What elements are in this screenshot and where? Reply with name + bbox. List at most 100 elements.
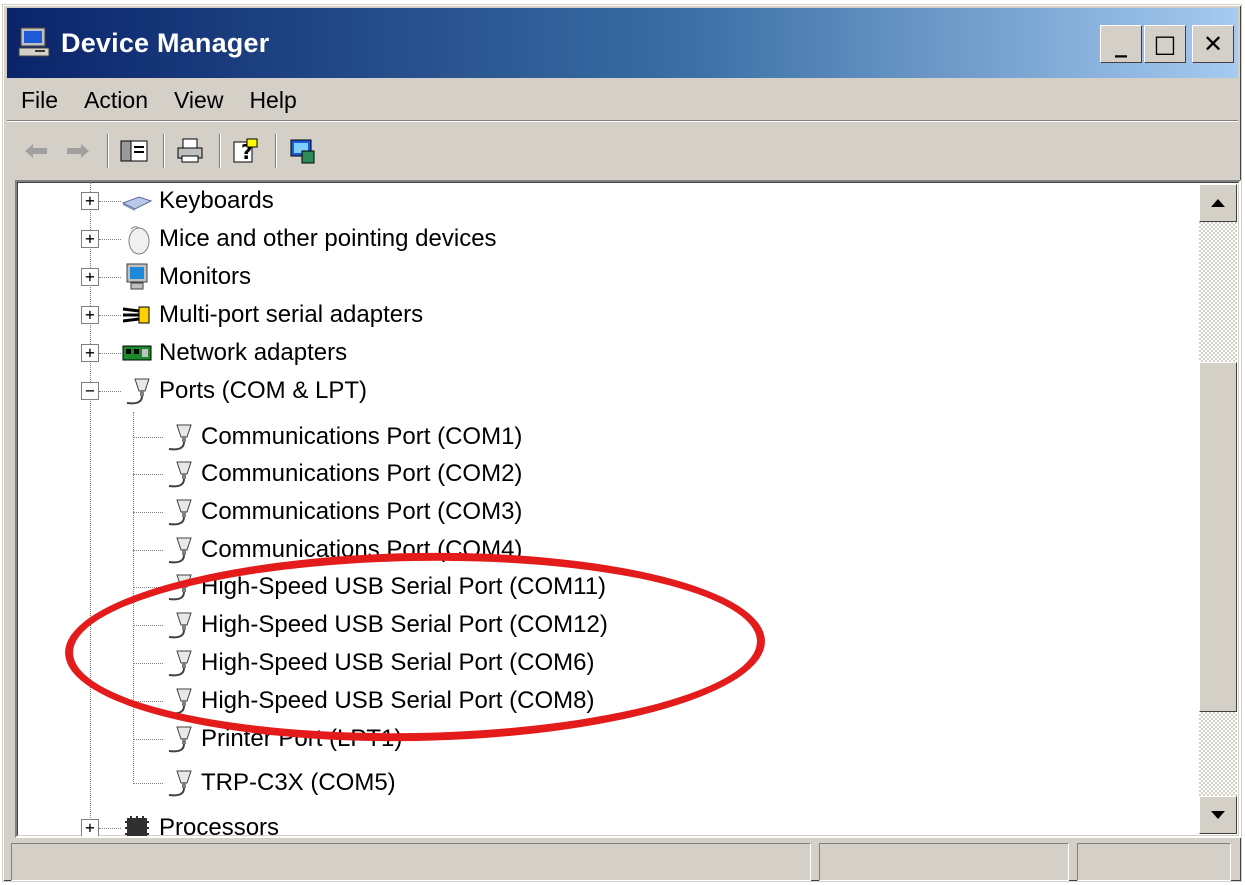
expand-network-button[interactable]: + — [81, 344, 99, 362]
window-title: Device Manager — [61, 27, 270, 58]
tree-connector — [99, 315, 121, 316]
port-icon — [168, 612, 192, 639]
tree-node-label: Ports (COM & LPT) — [159, 377, 368, 404]
scroll-up-button[interactable] — [1199, 184, 1237, 222]
tree-node-label: Communications Port (COM2) — [201, 460, 523, 487]
tree-node-label: Printer Port (LPT1) — [201, 725, 403, 752]
tree-node-label: Mice and other pointing devices — [159, 225, 497, 252]
tree-node-com4[interactable]: Communications Port (COM4) — [163, 531, 522, 569]
expand-monitors-button[interactable]: + — [81, 268, 99, 286]
toolbar-separator — [163, 134, 165, 168]
tree-connector — [133, 587, 163, 588]
tree-connector — [133, 512, 163, 513]
port-icon — [168, 726, 192, 753]
tree-node-com12[interactable]: High-Speed USB Serial Port (COM12) — [163, 606, 608, 644]
console-tree-icon — [120, 140, 148, 162]
tree-node-label: Multi-port serial adapters — [159, 301, 424, 328]
scroll-down-button[interactable] — [1199, 796, 1237, 834]
vertical-scrollbar[interactable] — [1199, 184, 1237, 834]
device-tree-pane: + Keyboards + Mice and other pointing de… — [15, 180, 1241, 838]
tree-connector — [133, 625, 163, 626]
multiport-adapter-icon — [122, 306, 150, 324]
processor-icon — [125, 816, 149, 836]
tree-node-mice[interactable]: Mice and other pointing devices — [121, 220, 497, 258]
expand-keyboards-button[interactable]: + — [81, 192, 99, 210]
status-panel-middle — [819, 843, 1069, 881]
tree-node-monitors[interactable]: Monitors — [121, 258, 251, 296]
maximize-button[interactable]: □ — [1144, 25, 1186, 63]
menu-help[interactable]: Help — [237, 87, 308, 114]
tree-node-label: High-Speed USB Serial Port (COM11) — [201, 573, 607, 600]
print-icon — [177, 138, 203, 163]
device-tree[interactable]: + Keyboards + Mice and other pointing de… — [17, 182, 1197, 836]
collapse-ports-button[interactable]: − — [81, 382, 99, 400]
expand-multiport-button[interactable]: + — [81, 306, 99, 324]
tree-node-processors[interactable]: Processors — [121, 809, 280, 838]
toolbar-separator — [107, 134, 109, 168]
menu-view[interactable]: View — [162, 87, 235, 114]
mouse-icon — [128, 226, 150, 255]
status-panel-right — [1077, 843, 1231, 881]
toolbar: ? — [7, 125, 1238, 177]
minimize-button[interactable]: _ — [1100, 25, 1142, 63]
help-button[interactable]: ? — [227, 132, 265, 170]
tree-connector — [133, 474, 163, 475]
menu-action[interactable]: Action — [72, 87, 160, 114]
toolbar-separator — [219, 134, 221, 168]
forward-button[interactable] — [59, 132, 97, 170]
port-icon — [168, 770, 192, 797]
tree-node-multiport[interactable]: Multi-port serial adapters — [121, 296, 423, 334]
port-icon — [168, 461, 192, 488]
tree-connector — [133, 412, 134, 784]
tree-node-com11[interactable]: High-Speed USB Serial Port (COM11) — [163, 568, 606, 606]
tree-node-network[interactable]: Network adapters — [121, 334, 347, 372]
help-icon: ? — [233, 138, 258, 164]
status-panel-main — [11, 843, 811, 881]
tree-node-label: Communications Port (COM4) — [201, 536, 523, 563]
print-button[interactable] — [171, 132, 209, 170]
expand-processors-button[interactable]: + — [81, 819, 99, 836]
back-button[interactable] — [17, 132, 55, 170]
tree-connector — [133, 663, 163, 664]
title-bar[interactable]: Device Manager _ □ ✕ — [7, 8, 1238, 78]
tree-node-com8[interactable]: High-Speed USB Serial Port (COM8) — [163, 682, 594, 720]
status-bar — [11, 843, 1239, 881]
tree-connector — [99, 828, 121, 829]
port-icon — [168, 537, 192, 564]
close-button[interactable]: ✕ — [1192, 25, 1234, 63]
back-arrow-icon — [25, 144, 47, 158]
port-icon — [168, 574, 192, 601]
tree-node-lpt1[interactable]: Printer Port (LPT1) — [163, 720, 402, 758]
expand-mice-button[interactable]: + — [81, 230, 99, 248]
tree-connector — [133, 701, 163, 702]
port-icon — [168, 499, 192, 526]
tree-connector — [133, 739, 163, 740]
tree-node-ports[interactable]: Ports (COM & LPT) — [121, 372, 367, 410]
scroll-thumb[interactable] — [1199, 362, 1237, 712]
console-tree-button[interactable] — [115, 132, 153, 170]
window-controls: _ □ ✕ — [1100, 25, 1234, 63]
tree-node-label: Communications Port (COM1) — [201, 423, 523, 450]
tree-node-com2[interactable]: Communications Port (COM2) — [163, 455, 522, 493]
menu-file[interactable]: File — [9, 87, 70, 114]
tree-node-label: Keyboards — [159, 187, 274, 214]
tree-node-com6[interactable]: High-Speed USB Serial Port (COM6) — [163, 644, 594, 682]
monitor-icon — [126, 263, 148, 290]
port-icon — [126, 378, 150, 405]
properties-button[interactable] — [283, 132, 321, 170]
forward-arrow-icon — [67, 144, 89, 158]
tree-node-label: Processors — [159, 814, 280, 838]
tree-node-com3[interactable]: Communications Port (COM3) — [163, 493, 522, 531]
tree-node-label: Monitors — [159, 263, 252, 290]
tree-node-com5[interactable]: TRP-C3X (COM5) — [163, 764, 396, 802]
tree-node-label: High-Speed USB Serial Port (COM8) — [201, 687, 595, 714]
tree-connector — [133, 550, 163, 551]
tree-node-com1[interactable]: Communications Port (COM1) — [163, 418, 522, 456]
port-icon — [168, 424, 192, 451]
tree-node-label: High-Speed USB Serial Port (COM6) — [201, 649, 595, 676]
tree-connector — [99, 391, 121, 392]
tree-connector — [133, 437, 163, 438]
tree-node-keyboards[interactable]: Keyboards — [121, 182, 274, 220]
network-adapter-icon — [122, 345, 152, 361]
down-arrow-icon — [1211, 811, 1225, 819]
